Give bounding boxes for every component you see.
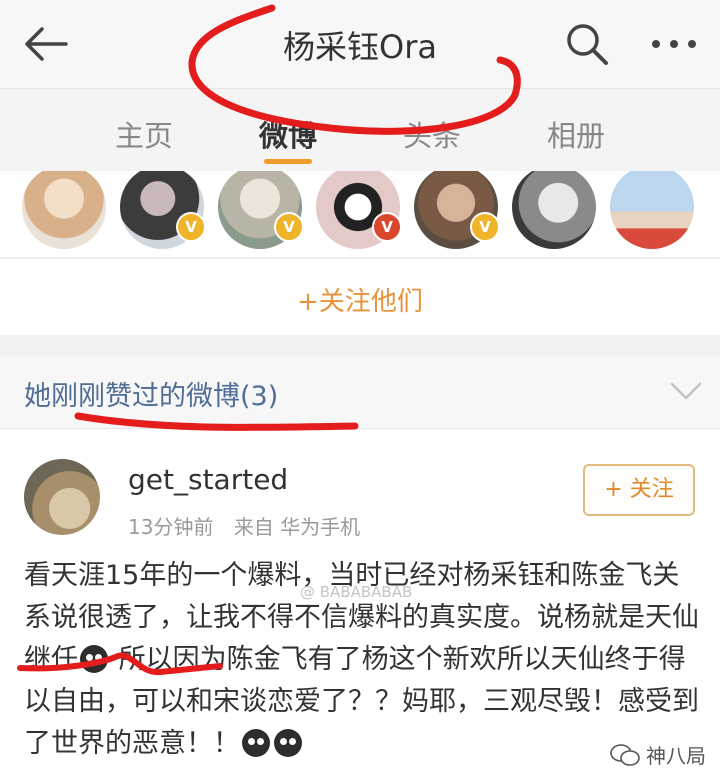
page-title: 杨采钰Ora (283, 28, 437, 66)
follow-them-button[interactable]: +关注他们 (0, 281, 720, 318)
chevron-down-icon[interactable] (668, 376, 704, 404)
avatar[interactable] (22, 171, 106, 249)
post-text-part2: 所以因为陈金飞有了杨这个新欢所以天仙终于得以自由，可以和宋谈恋爱了？？妈耶，三观… (24, 644, 699, 759)
weibo-post: get_started 13分钟前 来自 华为手机 + 关注 看天涯15年的一个… (0, 429, 720, 780)
wechat-watermark: 神八局 (610, 740, 706, 769)
emoji-icon (274, 729, 302, 757)
profile-tabs: 主页 微博 头条 相册 (0, 88, 720, 172)
post-meta: 13分钟前 来自 华为手机 (128, 511, 374, 540)
liked-posts-title[interactable]: 她刚刚赞过的微博(3) (24, 374, 278, 413)
tab-home[interactable]: 主页 (89, 113, 199, 155)
verified-badge-icon: V (372, 212, 402, 242)
post-time: 13分钟前 (128, 515, 214, 539)
post-source: 来自 华为手机 (233, 515, 361, 539)
tab-headlines[interactable]: 头条 (377, 113, 487, 155)
emoji-icon (242, 729, 270, 757)
tab-album[interactable]: 相册 (521, 113, 631, 155)
wechat-icon (610, 743, 640, 766)
avatar[interactable] (512, 171, 596, 249)
followed-avatars-row: V V V V (0, 171, 720, 257)
verified-badge-icon: V (176, 212, 206, 242)
follow-them-row: +关注他们 (0, 258, 720, 335)
weibo-watermark: @ BABABABAB (300, 583, 413, 601)
post-username[interactable]: get_started (128, 463, 288, 496)
top-bar: 杨采钰Ora (0, 0, 720, 88)
more-icon[interactable] (650, 34, 698, 54)
follow-button[interactable]: + 关注 (583, 464, 695, 516)
avatar[interactable] (610, 171, 694, 249)
emoji-icon (80, 645, 108, 673)
liked-posts-header[interactable]: 她刚刚赞过的微博(3) (0, 356, 720, 429)
tab-weibo[interactable]: 微博 (233, 113, 343, 155)
verified-badge-icon: V (470, 212, 500, 242)
avatar[interactable] (24, 459, 100, 535)
active-tab-indicator (264, 159, 312, 164)
wechat-watermark-text: 神八局 (646, 744, 706, 768)
search-icon[interactable] (565, 22, 609, 66)
verified-badge-icon: V (274, 212, 304, 242)
